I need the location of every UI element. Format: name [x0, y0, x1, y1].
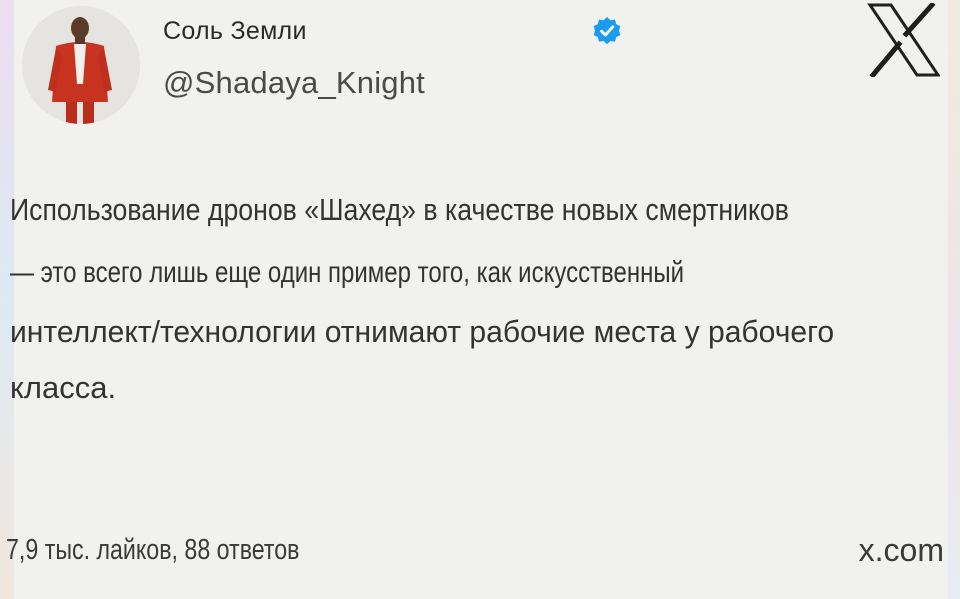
tweet-card: Соль Земли @Shadaya_Knight Использование… — [0, 0, 960, 599]
x-logo-icon[interactable] — [866, 3, 940, 77]
display-name[interactable]: Соль Земли — [163, 17, 307, 46]
avatar-photo-icon — [22, 6, 140, 124]
engagement-stats: 7,9 тыс. лайков, 88 ответов — [6, 534, 300, 566]
tweet-line: интеллект/технологии отнимают рабочие ме… — [10, 314, 835, 349]
verified-badge-icon — [593, 17, 621, 45]
tweet-line: класса. — [10, 370, 117, 405]
tweet-line: Использование дронов «Шахед» в качестве … — [10, 192, 789, 227]
avatar[interactable] — [22, 6, 140, 124]
user-handle[interactable]: @Shadaya_Knight — [163, 65, 425, 101]
tweet-line: — это всего лишь еще один пример того, к… — [10, 256, 685, 289]
source-link[interactable]: x.com — [859, 532, 944, 569]
